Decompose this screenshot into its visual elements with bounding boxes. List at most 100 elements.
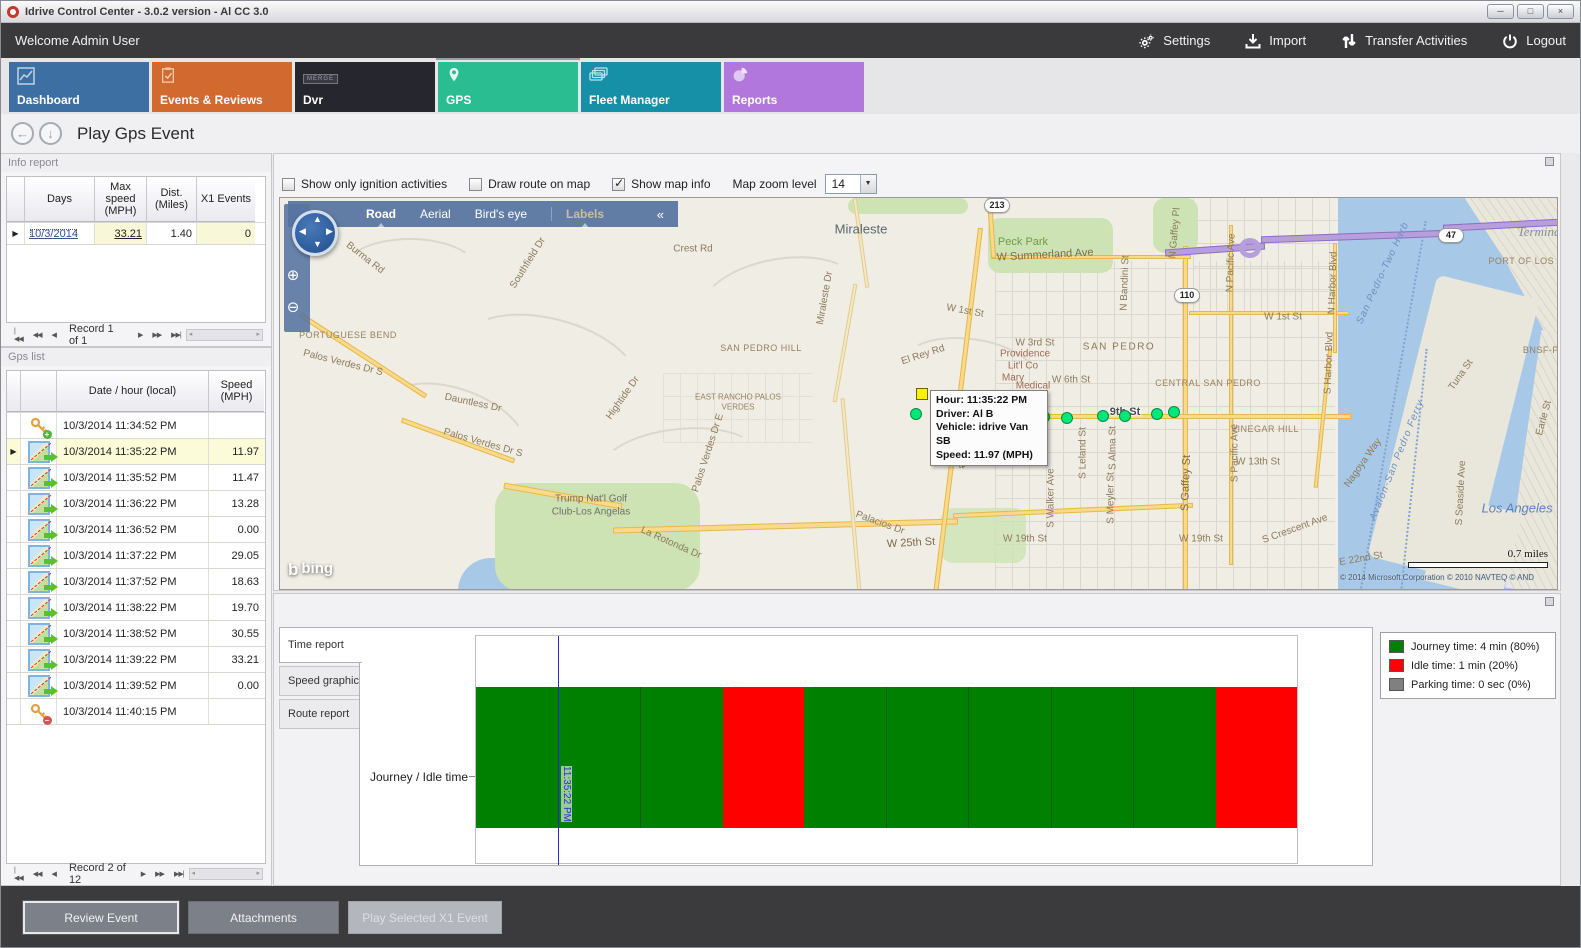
import-button[interactable]: Import [1244, 33, 1306, 49]
tab-fleet-manager[interactable]: Fleet Manager [581, 62, 721, 112]
highway-ramp-loop [1239, 238, 1261, 258]
days-cell[interactable]: 10/3/2014 [25, 223, 95, 244]
column-header-date[interactable]: Date / hour (local) [57, 371, 209, 412]
scroll-left-icon[interactable]: ◂ [192, 869, 196, 879]
transfer-activities-button[interactable]: Transfer Activities [1340, 33, 1467, 49]
nav-first-icon[interactable]: |◀◀ [14, 867, 23, 882]
zoom-out-icon[interactable]: ⊖ [285, 300, 301, 316]
back-button[interactable]: ← [11, 122, 34, 145]
column-header-max-speed[interactable]: Max speed (MPH) [95, 177, 147, 222]
gps-point-marker[interactable] [1168, 406, 1180, 418]
window-title: Idrive Control Center - 3.0.2 version - … [25, 6, 1484, 18]
pan-down-icon[interactable]: ▼ [313, 239, 322, 249]
checkbox-draw-route-on-map[interactable] [469, 178, 482, 191]
column-header-dist[interactable]: Dist. (Miles) [147, 177, 197, 222]
gps-row[interactable]: 10/3/2014 11:39:52 PM0.00 [7, 673, 265, 699]
tooltip-vehicle: Vehicle: idrive Van SB [936, 421, 1042, 448]
review-event-button[interactable]: Review Event [23, 901, 179, 934]
column-header-x1-events[interactable]: X1 Events [197, 177, 255, 222]
maximize-button[interactable]: □ [1517, 4, 1544, 19]
settings-button[interactable]: Settings [1138, 33, 1210, 49]
column-header-speed[interactable]: Speed (MPH) [209, 371, 264, 412]
timeline-segment-journey [640, 687, 723, 828]
gps-row[interactable]: +10/3/2014 11:34:52 PM [7, 413, 265, 439]
chevron-down-icon[interactable]: ▼ [860, 175, 876, 193]
legend-item: Parking time: 0 sec (0%) [1389, 678, 1547, 691]
gps-row[interactable]: 10/3/2014 11:38:52 PM30.55 [7, 621, 265, 647]
map-style-road[interactable]: Road [366, 207, 396, 221]
map-style-aerial[interactable]: Aerial [420, 207, 451, 221]
gps-row[interactable]: 10/3/2014 11:37:22 PM29.05 [7, 543, 265, 569]
panel-collapse-icon[interactable] [1545, 597, 1554, 606]
map-zoom-label: Map zoom level [733, 177, 817, 191]
gps-row[interactable]: ▶10/3/2014 11:35:22 PM11.97 [7, 439, 265, 465]
map-style-labels[interactable]: Labels [566, 207, 604, 221]
horizontal-scrollbar[interactable]: ◂▸ [189, 868, 263, 880]
nav-next-page-icon[interactable]: ▶▶ [152, 331, 161, 339]
checkbox-show-only-ignition-activities[interactable] [282, 178, 295, 191]
gps-point-marker[interactable] [1119, 410, 1131, 422]
nav-prev-icon[interactable]: ◀ [52, 870, 56, 878]
gps-row[interactable]: −10/3/2014 11:40:15 PM [7, 699, 265, 725]
minimize-button[interactable]: ─ [1487, 4, 1514, 19]
toolbar-collapse-icon[interactable]: « [657, 207, 664, 222]
map-compass[interactable]: ▲ ▼ ◀ ▶ [292, 210, 338, 256]
tab-dashboard[interactable]: Dashboard [9, 62, 149, 112]
logout-button[interactable]: Logout [1501, 33, 1566, 49]
tab-dvr[interactable]: MERGEDvr [295, 62, 435, 112]
map-zoom-select[interactable]: 14 ▼ [825, 174, 877, 194]
close-button[interactable]: × [1547, 4, 1574, 19]
map-style-birdseye[interactable]: Bird's eye [475, 207, 527, 221]
nav-next-icon[interactable]: ▶ [141, 870, 145, 878]
scroll-right-icon[interactable]: ▸ [256, 869, 260, 879]
zoom-in-icon[interactable]: ⊕ [285, 268, 301, 284]
pan-right-icon[interactable]: ▶ [326, 226, 333, 237]
gps-row[interactable]: 10/3/2014 11:38:22 PM19.70 [7, 595, 265, 621]
gps-point-marker[interactable] [1151, 408, 1163, 420]
nav-next-page-icon[interactable]: ▶▶ [155, 870, 164, 878]
nav-prev-page-icon[interactable]: ◀◀ [33, 870, 42, 878]
down-button[interactable]: ↓ [39, 122, 62, 145]
tab-gps[interactable]: GPS [438, 62, 578, 112]
nav-prev-icon[interactable]: ◀ [52, 331, 56, 339]
gps-row[interactable]: 10/3/2014 11:36:22 PM13.28 [7, 491, 265, 517]
panel-collapse-icon[interactable] [1545, 157, 1554, 166]
nav-prev-page-icon[interactable]: ◀◀ [33, 331, 42, 339]
nav-last-icon[interactable]: ▶▶| [174, 870, 184, 878]
timeline-segment-journey [476, 687, 558, 828]
gps-row[interactable]: 10/3/2014 11:35:52 PM11.47 [7, 465, 265, 491]
gps-row[interactable]: 10/3/2014 11:39:22 PM33.21 [7, 647, 265, 673]
row-indicator [7, 517, 21, 542]
gps-table-header: Date / hour (local) Speed (MPH) [7, 371, 265, 413]
map-label: S Alma St [1108, 426, 1119, 470]
welcome-text: Welcome Admin User [15, 33, 1104, 48]
days-link[interactable]: 10/3/2014 [29, 228, 78, 240]
tab-events-reviews[interactable]: Events & Reviews [152, 62, 292, 112]
scroll-left-icon[interactable]: ◂ [189, 330, 193, 340]
scroll-right-icon[interactable]: ▸ [256, 330, 260, 340]
gps-point-marker[interactable] [910, 408, 922, 420]
pan-left-icon[interactable]: ◀ [299, 226, 306, 237]
gps-row[interactable]: 10/3/2014 11:36:52 PM0.00 [7, 517, 265, 543]
table-row[interactable]: ▶ 10/3/2014 33.21 1.40 0 [7, 223, 265, 245]
row-icon-cell: − [21, 699, 57, 724]
horizontal-scrollbar[interactable]: ◂▸ [186, 329, 263, 341]
event-marker[interactable] [916, 388, 928, 400]
attachments-button[interactable]: Attachments [188, 901, 339, 934]
tab-speed-graphic[interactable]: Speed graphic [279, 666, 360, 696]
column-header-days[interactable]: Days [25, 177, 95, 222]
pan-up-icon[interactable]: ▲ [313, 214, 322, 224]
nav-first-icon[interactable]: |◀◀ [14, 328, 23, 343]
map-viewport[interactable]: MiralesteMiraleste DrCrest RdBurma RdSou… [279, 197, 1558, 590]
gps-speed-cell: 19.70 [209, 595, 264, 620]
nav-next-icon[interactable]: ▶ [138, 331, 142, 339]
tab-reports[interactable]: Reports [724, 62, 864, 112]
gps-row[interactable]: 10/3/2014 11:37:52 PM18.63 [7, 569, 265, 595]
row-indicator [7, 465, 21, 490]
gps-point-marker[interactable] [1061, 412, 1073, 424]
tab-time-report[interactable]: Time report [279, 627, 362, 663]
checkbox-show-map-info[interactable] [612, 178, 625, 191]
gps-point-marker[interactable] [1097, 410, 1109, 422]
nav-last-icon[interactable]: ▶▶| [171, 331, 181, 339]
tab-route-report[interactable]: Route report [279, 699, 360, 729]
